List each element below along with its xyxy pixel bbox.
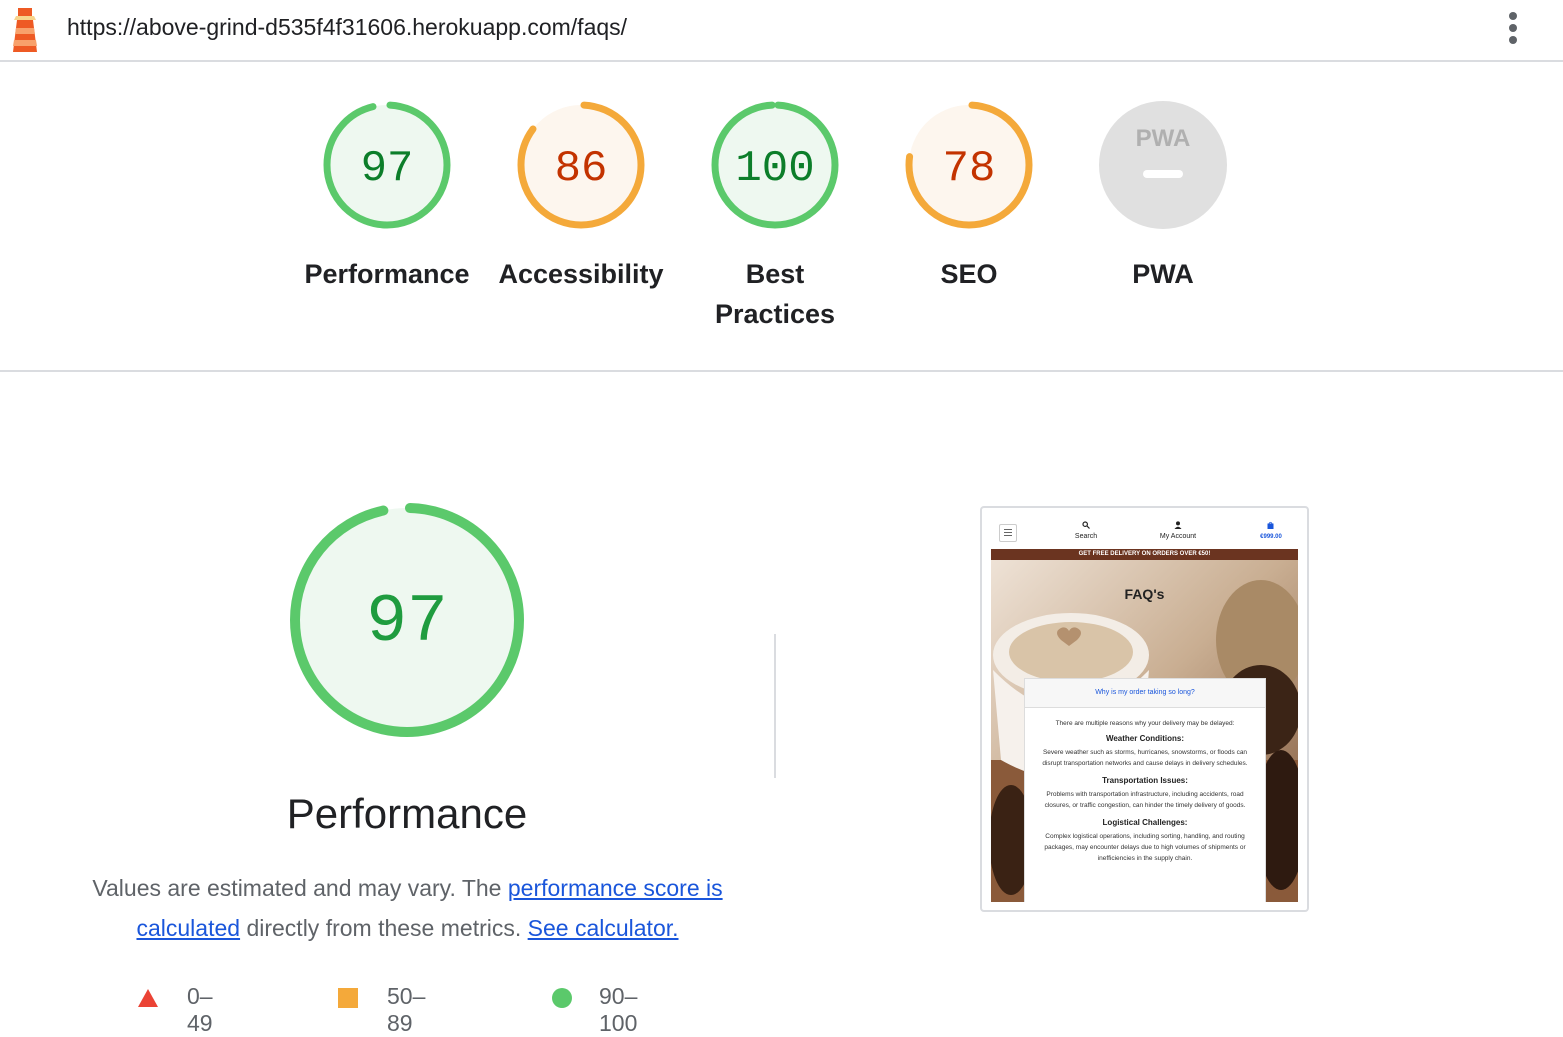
report-header: https://above-grind-d535f4f31606.herokua… [0, 0, 1563, 62]
faq-paragraph: Severe weather such as storms, hurricane… [1042, 749, 1248, 767]
seo-gauge-ring: 78 [905, 101, 1033, 229]
gauge-label-accessibility: Accessibility [498, 259, 664, 289]
faq-accordion-card: Why is my order taking so long? There ar… [1024, 678, 1266, 902]
accessibility-gauge-ring: 86 [517, 101, 645, 229]
performance-title: Performance [286, 790, 528, 837]
faq-heading: Transportation Issues: [1102, 776, 1188, 785]
pwa-badge-text: PWA [1136, 125, 1191, 152]
faq-question-header[interactable]: Why is my order taking so long? [1025, 679, 1265, 708]
gauge-label-performance: Performance [304, 259, 470, 289]
gauge-score: 78 [943, 144, 996, 194]
gauge-accessibility[interactable]: 86 Accessibility [491, 100, 671, 294]
mini-faq-title: FAQ's [1124, 586, 1165, 602]
performance-gauge-ring: 97 [323, 101, 451, 229]
hamburger-icon [999, 524, 1017, 542]
shopping-bag-icon [1267, 521, 1274, 529]
mini-search-label: Search [1074, 533, 1098, 540]
mini-delivery-banner: GET FREE DELIVERY ON ORDERS OVER €50! [991, 549, 1298, 560]
big-gauge-score: 97 [366, 584, 448, 661]
gauge-score: 100 [735, 144, 814, 194]
legend-range: 0–49 [187, 983, 213, 1036]
faq-heading: Weather Conditions: [1105, 734, 1185, 743]
category-gauges: 97 Performance 86 Accessibility 100 Best… [0, 62, 1563, 370]
lighthouse-icon [13, 8, 37, 52]
final-screenshot[interactable]: Search My Account €999.00 GET FREE DELIV… [980, 506, 1309, 912]
gauge-score: 97 [361, 144, 414, 194]
gauge-label-seo: SEO [940, 259, 998, 289]
gauge-pwa[interactable]: PWA PWA [1073, 100, 1253, 294]
mini-account-label: My Account [1159, 533, 1197, 540]
faq-question-text[interactable]: Why is my order taking so long? [1025, 679, 1265, 707]
mini-hero-background: FAQ's Why is my order taking so long? Th… [991, 560, 1298, 902]
desc-text-start: Values are estimated and may vary. The [92, 875, 508, 901]
triangle-icon [138, 989, 158, 1007]
account-icon [1174, 521, 1182, 529]
kebab-menu-icon[interactable] [1500, 10, 1526, 50]
faq-intro: There are multiple reasons why your deli… [1055, 720, 1235, 727]
screenshot-page: Search My Account €999.00 GET FREE DELIV… [991, 516, 1298, 902]
circle-icon [552, 988, 572, 1008]
see-calculator-link[interactable]: See calculator. [528, 915, 679, 941]
pwa-badge-icon: PWA [1099, 101, 1227, 229]
mini-cart-total: €999.00 [1260, 534, 1282, 540]
square-icon [338, 988, 358, 1008]
report-url[interactable]: https://above-grind-d535f4f31606.herokua… [67, 14, 627, 41]
gauge-performance[interactable]: 97 Performance [297, 100, 477, 294]
faq-heading: Logistical Challenges: [1102, 818, 1188, 827]
best-practices-gauge-ring: 100 [711, 101, 839, 229]
faq-answer-body: There are multiple reasons why your deli… [1025, 708, 1265, 864]
mini-navbar: Search My Account €999.00 [991, 516, 1298, 549]
performance-big-gauge[interactable]: 97 [287, 500, 527, 740]
search-icon [1082, 521, 1090, 529]
legend-range: 90–100 [599, 983, 638, 1036]
gauge-label-best-practices: Best Practices [714, 259, 836, 329]
legend-range: 50–89 [387, 983, 426, 1036]
vertical-divider [774, 634, 776, 778]
gauge-label-pwa: PWA [1132, 259, 1194, 289]
gauge-best-practices[interactable]: 100 Best Practices [685, 100, 865, 334]
desc-text-mid: directly from these metrics. [240, 915, 528, 941]
performance-description: Values are estimated and may vary. The p… [80, 868, 735, 948]
gauge-score: 86 [555, 144, 608, 194]
gauge-seo[interactable]: 78 SEO [879, 100, 1059, 294]
faq-paragraph: Problems with transportation infrastruct… [1044, 791, 1246, 809]
section-divider [0, 370, 1563, 372]
faq-paragraph: Complex logistical operations, including… [1044, 833, 1246, 862]
